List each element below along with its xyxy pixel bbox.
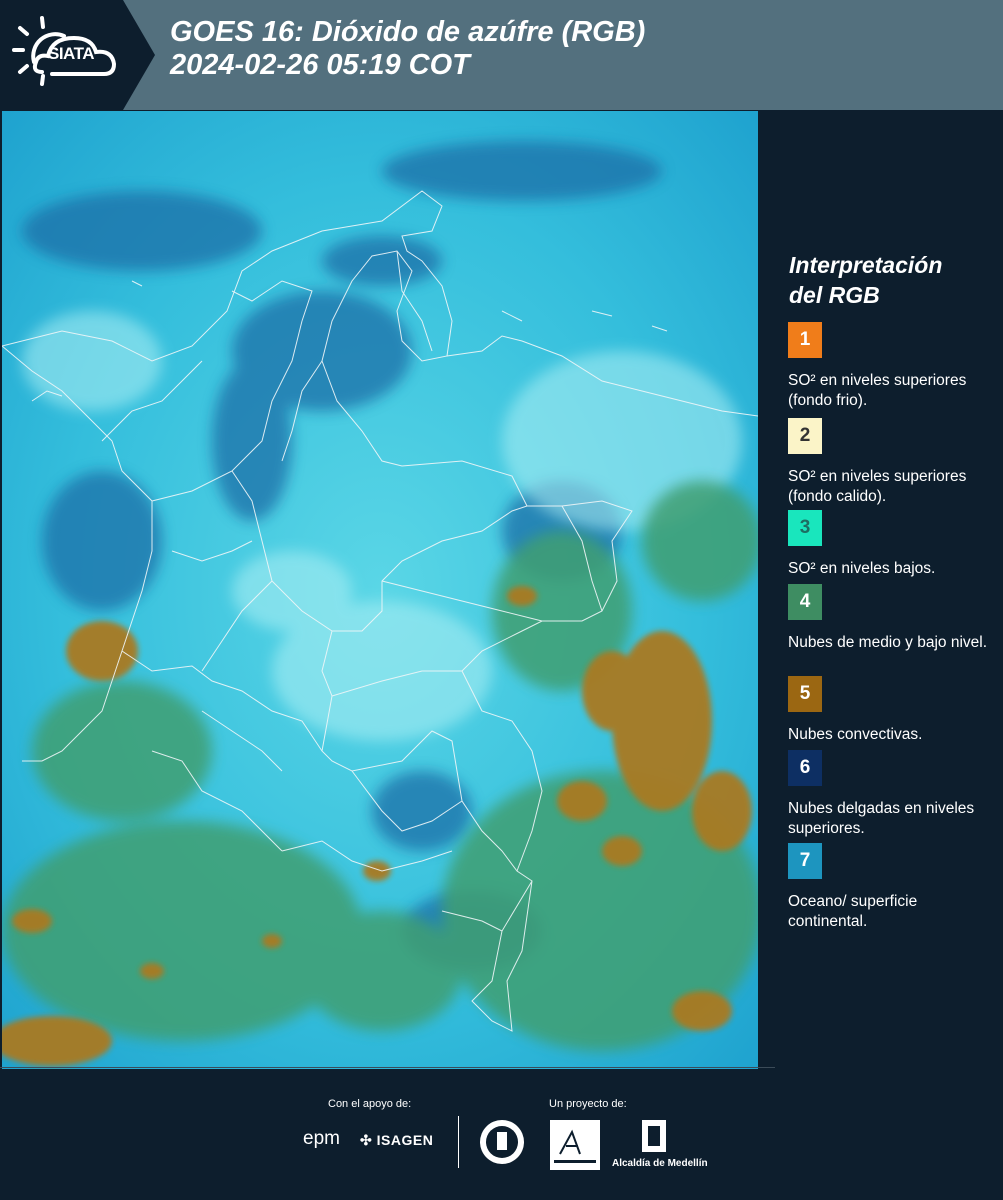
legend-number-2: 2 [799, 425, 811, 446]
medellin-seal-icon [480, 1120, 524, 1164]
legend-title: Interpretación del RGB [789, 250, 942, 310]
isagen-logo: ✣ ISAGEN [360, 1132, 433, 1149]
project-label: Un proyecto de: [549, 1098, 627, 1110]
page-title: GOES 16: Dióxido de azúfre (RGB) 2024-02… [170, 16, 645, 82]
isagen-icon: ✣ [360, 1132, 373, 1148]
alcaldia-label: Alcaldía de Medellín [612, 1158, 708, 1169]
legend-number-4: 4 [799, 591, 811, 612]
siata-logo: SIATA [0, 0, 155, 110]
legend-swatch-3: 3 [788, 510, 822, 546]
legend-text-3: SO² en niveles bajos. [788, 560, 936, 577]
legend-title-line-1: Interpretación [789, 252, 943, 278]
legend-swatch-5: 5 [788, 676, 822, 712]
legend-number-7: 7 [799, 850, 811, 871]
legend-swatch-4: 4 [788, 584, 822, 620]
support-label: Con el apoyo de: [328, 1098, 412, 1110]
legend-number-3: 3 [799, 517, 811, 538]
footer-divider [0, 1067, 775, 1068]
legend-text-6: Nubes delgadas en niveles superiores. [788, 800, 975, 837]
footer: Con el apoyo de: Un proyecto de: epm ✣ I… [0, 1067, 1003, 1200]
legend-text-2: SO² en niveles superiores (fondo calido)… [788, 468, 967, 505]
title-line-2: 2024-02-26 05:19 COT [170, 49, 470, 81]
isagen-label: ISAGEN [376, 1132, 434, 1148]
satellite-map [2, 111, 758, 1069]
alcaldia-shield-icon [642, 1120, 666, 1152]
legend-item-7: 7 Oceano/ superficie continental. [788, 843, 988, 932]
legend-text-4: Nubes de medio y bajo nivel. [788, 634, 988, 651]
legend-number-1: 1 [799, 329, 811, 350]
legend-item-4: 4 Nubes de medio y bajo nivel. [788, 584, 988, 653]
area-metropolitana-icon [550, 1120, 600, 1170]
epm-logo: epm [303, 1128, 340, 1149]
legend-text-7: Oceano/ superficie continental. [788, 893, 918, 930]
legend-number-5: 5 [799, 683, 811, 704]
legend-title-line-2: del RGB [789, 282, 880, 308]
header-bar: SIATA GOES 16: Dióxido de azúfre (RGB) 2… [0, 0, 1003, 110]
legend-item-2: 2 SO² en niveles superiores (fondo calid… [788, 418, 988, 507]
legend-item-6: 6 Nubes delgadas en niveles superiores. [788, 750, 988, 839]
legend-item-1: 1 SO² en niveles superiores (fondo frio)… [788, 322, 988, 411]
legend-number-6: 6 [799, 757, 811, 778]
title-line-1: GOES 16: Dióxido de azúfre (RGB) [170, 16, 646, 48]
legend-swatch-7: 7 [788, 843, 822, 879]
legend-swatch-2: 2 [788, 418, 822, 454]
legend-swatch-6: 6 [788, 750, 822, 786]
legend-item-3: 3 SO² en niveles bajos. [788, 510, 988, 579]
legend-text-5: Nubes convectivas. [788, 726, 923, 743]
satellite-image [2, 111, 758, 1069]
logo-text: SIATA [48, 44, 94, 63]
legend-text-1: SO² en niveles superiores (fondo frio). [788, 372, 967, 409]
legend-item-5: 5 Nubes convectivas. [788, 676, 988, 745]
footer-separator [458, 1116, 459, 1168]
legend-panel: Interpretación del RGB 1 SO² en niveles … [760, 110, 1003, 1070]
legend-swatch-1: 1 [788, 322, 822, 358]
